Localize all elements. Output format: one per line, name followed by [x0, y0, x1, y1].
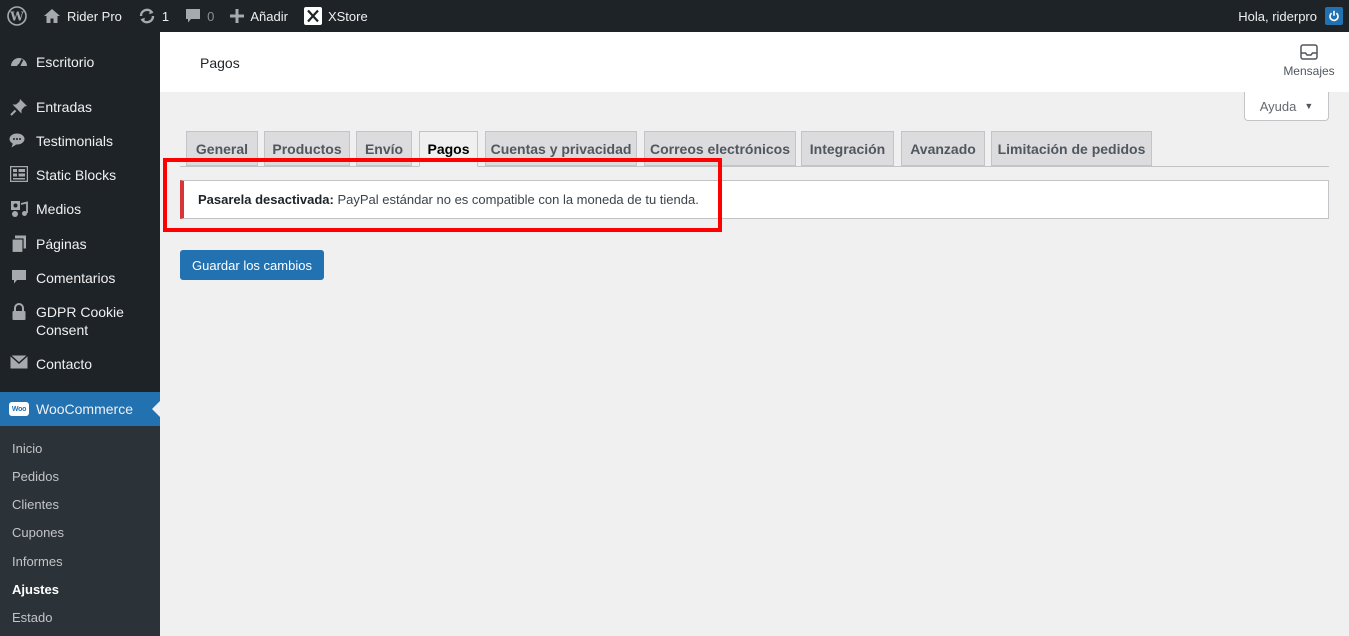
submenu-item-clientes[interactable]: Clientes	[12, 497, 59, 512]
help-label: Ayuda	[1259, 98, 1297, 114]
page-title: Pagos	[200, 55, 240, 71]
sidebar-item-medios[interactable]: Medios	[0, 200, 160, 218]
my-account-link[interactable]: Hola, riderpro	[1230, 0, 1349, 32]
sidebar-item-label-line2: Consent	[36, 322, 89, 338]
submenu-item-informes[interactable]: Informes	[12, 554, 63, 569]
highlight-box	[163, 158, 722, 232]
sidebar-item-paginas[interactable]: Páginas	[0, 235, 160, 253]
sidebar-item-entradas[interactable]: Entradas	[0, 98, 160, 116]
xstore-link[interactable]: XStore	[296, 0, 376, 32]
tab-limitacion-de-pedidos[interactable]: Limitación de pedidos	[991, 131, 1152, 166]
sidebar-item-label: WooCommerce	[36, 401, 133, 417]
media-icon	[0, 200, 36, 218]
new-content-link[interactable]: Añadir	[222, 0, 296, 32]
submenu-item-ajustes[interactable]: Ajustes	[12, 582, 59, 597]
xstore-icon	[303, 7, 322, 25]
inbox-label: Mensajes	[1283, 64, 1335, 78]
speech-bubbles-icon	[0, 132, 36, 150]
sidebar-item-comentarios[interactable]: Comentarios	[0, 269, 160, 287]
sidebar-item-label: Contacto	[36, 356, 93, 372]
wp-logo-button[interactable]: W	[0, 0, 35, 32]
site-name-link[interactable]: Rider Pro	[35, 0, 130, 32]
comments-link[interactable]: 0	[177, 0, 222, 32]
sidebar-item-static-blocks[interactable]: Static Blocks	[0, 166, 160, 184]
submenu-item-cupones[interactable]: Cupones	[12, 525, 64, 540]
wordpress-logo-icon: W	[7, 6, 27, 26]
tab-avanzado[interactable]: Avanzado	[901, 131, 985, 166]
comments-count: 0	[207, 8, 215, 24]
sidebar-item-contacto[interactable]: Contacto	[0, 355, 160, 373]
submenu-item-pedidos[interactable]: Pedidos	[12, 469, 59, 484]
tab-integracion[interactable]: Integración	[801, 131, 894, 166]
sidebar-item-testimonials[interactable]: Testimonials	[0, 132, 160, 150]
sidebar-item-label-line1: GDPR Cookie	[36, 304, 124, 320]
site-name: Rider Pro	[67, 8, 122, 24]
updates-icon	[139, 8, 155, 24]
sidebar-item-woocommerce[interactable]: Woo WooCommerce	[0, 392, 160, 426]
sidebar-item-label: Páginas	[36, 236, 87, 252]
envelope-icon	[0, 355, 36, 369]
woocommerce-submenu: Inicio Pedidos Clientes Cupones Informes…	[0, 426, 160, 636]
sidebar-item-gdpr-cookie-consent[interactable]: GDPR Cookie Consent	[0, 303, 160, 339]
woocommerce-logo-icon: Woo	[0, 402, 36, 416]
inbox-icon	[1300, 44, 1318, 60]
submenu-item-estado[interactable]: Estado	[12, 610, 52, 625]
admin-bar: W Rider Pro 1 0 Añadir XStore Hola, ride…	[0, 0, 1349, 32]
power-icon	[1325, 7, 1343, 25]
comment-icon	[0, 269, 36, 285]
plus-icon	[230, 9, 245, 23]
sidebar-item-label: Static Blocks	[36, 167, 117, 183]
sidebar-item-label: GDPR Cookie Consent	[36, 303, 124, 339]
submenu-item-inicio[interactable]: Inicio	[12, 441, 42, 456]
comment-icon	[186, 9, 201, 23]
lock-icon	[0, 303, 36, 321]
grid-icon	[0, 166, 36, 182]
caret-down-icon: ▼	[1304, 101, 1314, 111]
dashboard-icon	[0, 53, 36, 71]
sidebar-item-escritorio[interactable]: Escritorio	[0, 53, 160, 71]
sidebar-item-label: Entradas	[36, 99, 93, 115]
page-header: Pagos Mensajes	[160, 32, 1349, 92]
svg-text:W: W	[9, 10, 24, 24]
inbox-button[interactable]: Mensajes	[1281, 44, 1337, 78]
save-changes-button[interactable]: Guardar los cambios	[180, 250, 324, 280]
help-button[interactable]: Ayuda ▼	[1244, 92, 1329, 121]
new-label: Añadir	[250, 8, 288, 24]
home-icon	[44, 9, 60, 23]
xstore-label: XStore	[327, 8, 368, 24]
sidebar-item-label: Testimonials	[36, 133, 114, 149]
greeting: Hola, riderpro	[1238, 8, 1317, 24]
sidebar-item-label: Medios	[36, 201, 82, 217]
sidebar-item-label: Comentarios	[36, 270, 116, 286]
sidebar-item-label: Escritorio	[36, 54, 95, 70]
pages-icon	[0, 235, 36, 253]
updates-link[interactable]: 1	[130, 0, 177, 32]
pin-icon	[0, 98, 36, 116]
updates-count: 1	[161, 8, 170, 24]
save-label: Guardar los cambios	[192, 257, 312, 273]
